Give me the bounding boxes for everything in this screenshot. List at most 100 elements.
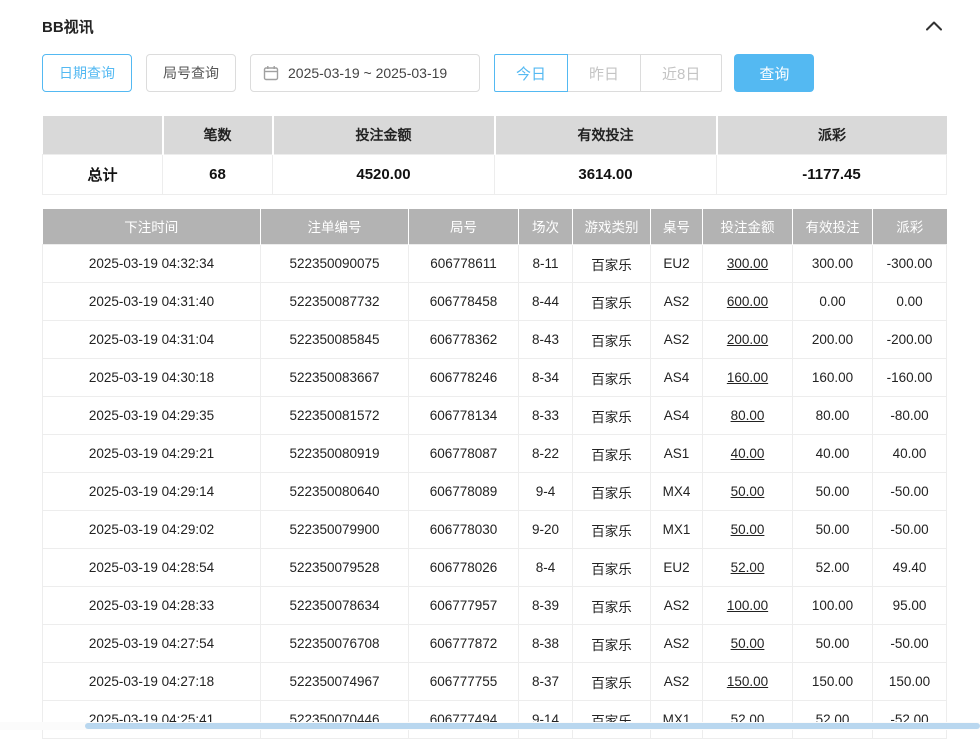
valid-bet: 80.00 xyxy=(793,397,873,435)
game-type: 百家乐 xyxy=(573,321,651,359)
bet-amount-link[interactable]: 52.00 xyxy=(703,701,793,739)
last-8-days-button[interactable]: 近8日 xyxy=(640,54,722,92)
bet-amount-link[interactable]: 600.00 xyxy=(703,283,793,321)
bet-row: 2025-03-19 04:29:35 522350081572 6067781… xyxy=(43,397,947,435)
game-type: 百家乐 xyxy=(573,511,651,549)
bet-table-header-cell: 注单编号 xyxy=(261,209,409,245)
game-type: 百家乐 xyxy=(573,245,651,283)
today-button[interactable]: 今日 xyxy=(494,54,568,92)
session-number: 8-38 xyxy=(519,625,573,663)
summary-header-cell: 有效投注 xyxy=(495,116,717,154)
table-number: MX1 xyxy=(651,511,703,549)
table-number: AS2 xyxy=(651,663,703,701)
session-number: 8-43 xyxy=(519,321,573,359)
round-query-tab[interactable]: 局号查询 xyxy=(146,54,236,92)
order-id: 522350085845 xyxy=(261,321,409,359)
session-number: 9-20 xyxy=(519,511,573,549)
summary-count: 68 xyxy=(163,154,273,194)
summary-total-label: 总计 xyxy=(43,154,163,194)
bet-row: 2025-03-19 04:31:04 522350085845 6067783… xyxy=(43,321,947,359)
round-id: 606778458 xyxy=(409,283,519,321)
summary-valid-bet: 3614.00 xyxy=(495,154,717,194)
bet-time: 2025-03-19 04:29:35 xyxy=(43,397,261,435)
bet-row: 2025-03-19 04:32:34 522350090075 6067786… xyxy=(43,245,947,283)
session-number: 8-22 xyxy=(519,435,573,473)
bet-amount-link[interactable]: 50.00 xyxy=(703,511,793,549)
summary-header-cell: 派彩 xyxy=(717,116,947,154)
bet-row: 2025-03-19 04:27:18 522350074967 6067777… xyxy=(43,663,947,701)
game-type: 百家乐 xyxy=(573,625,651,663)
filter-toolbar: 日期查询 局号查询 2025-03-19 ~ 2025-03-19 今日 昨日 … xyxy=(42,54,944,92)
order-id: 522350076708 xyxy=(261,625,409,663)
bet-time: 2025-03-19 04:25:41 xyxy=(43,701,261,739)
session-number: 9-14 xyxy=(519,701,573,739)
payout-value: -50.00 xyxy=(873,511,947,549)
summary-header-cell xyxy=(43,116,163,154)
bet-amount-link[interactable]: 200.00 xyxy=(703,321,793,359)
collapse-button[interactable] xyxy=(924,19,944,33)
valid-bet: 40.00 xyxy=(793,435,873,473)
order-id: 522350087732 xyxy=(261,283,409,321)
game-type: 百家乐 xyxy=(573,435,651,473)
panel-header: BB视讯 xyxy=(42,14,944,38)
bet-row: 2025-03-19 04:29:21 522350080919 6067780… xyxy=(43,435,947,473)
bet-time: 2025-03-19 04:32:34 xyxy=(43,245,261,283)
round-id: 606778026 xyxy=(409,549,519,587)
round-id: 606778362 xyxy=(409,321,519,359)
calendar-icon xyxy=(263,65,279,81)
table-number: MX1 xyxy=(651,701,703,739)
scrollbar-thumb[interactable] xyxy=(85,723,980,729)
bet-table-header-cell: 派彩 xyxy=(873,209,947,245)
order-id: 522350080640 xyxy=(261,473,409,511)
search-button[interactable]: 查询 xyxy=(734,54,814,92)
order-id: 522350070446 xyxy=(261,701,409,739)
horizontal-scrollbar[interactable] xyxy=(0,722,980,730)
bet-time: 2025-03-19 04:29:14 xyxy=(43,473,261,511)
bet-table-body: 2025-03-19 04:32:34 522350090075 6067786… xyxy=(43,245,947,739)
bet-row: 2025-03-19 04:29:14 522350080640 6067780… xyxy=(43,473,947,511)
bet-amount-link[interactable]: 100.00 xyxy=(703,587,793,625)
bet-amount-link[interactable]: 160.00 xyxy=(703,359,793,397)
bet-time: 2025-03-19 04:29:21 xyxy=(43,435,261,473)
date-query-tab[interactable]: 日期查询 xyxy=(42,54,132,92)
bet-amount-link[interactable]: 40.00 xyxy=(703,435,793,473)
session-number: 8-34 xyxy=(519,359,573,397)
summary-header-row: 笔数投注金额有效投注派彩 xyxy=(43,116,947,154)
game-type: 百家乐 xyxy=(573,587,651,625)
summary-table: 笔数投注金额有效投注派彩 总计 68 4520.00 3614.00 -1177… xyxy=(42,116,947,195)
bet-time: 2025-03-19 04:28:54 xyxy=(43,549,261,587)
order-id: 522350081572 xyxy=(261,397,409,435)
bet-amount-link[interactable]: 52.00 xyxy=(703,549,793,587)
bet-time: 2025-03-19 04:28:33 xyxy=(43,587,261,625)
valid-bet: 50.00 xyxy=(793,511,873,549)
bet-amount-link[interactable]: 80.00 xyxy=(703,397,793,435)
table-number: EU2 xyxy=(651,245,703,283)
game-type: 百家乐 xyxy=(573,549,651,587)
valid-bet: 52.00 xyxy=(793,549,873,587)
game-type: 百家乐 xyxy=(573,397,651,435)
yesterday-button[interactable]: 昨日 xyxy=(567,54,641,92)
bet-table-header-cell: 场次 xyxy=(519,209,573,245)
table-number: AS2 xyxy=(651,283,703,321)
date-range-input[interactable]: 2025-03-19 ~ 2025-03-19 xyxy=(250,54,480,92)
bet-row: 2025-03-19 04:27:54 522350076708 6067778… xyxy=(43,625,947,663)
payout-value: 150.00 xyxy=(873,663,947,701)
bet-table-header-cell: 有效投注 xyxy=(793,209,873,245)
round-id: 606777957 xyxy=(409,587,519,625)
bet-records-table: 下注时间注单编号局号场次游戏类别桌号投注金额有效投注派彩 2025-03-19 … xyxy=(42,209,947,739)
date-range-value: 2025-03-19 ~ 2025-03-19 xyxy=(288,65,447,81)
table-number: EU2 xyxy=(651,549,703,587)
bet-amount-link[interactable]: 50.00 xyxy=(703,625,793,663)
payout-value: -50.00 xyxy=(873,625,947,663)
bet-amount-link[interactable]: 150.00 xyxy=(703,663,793,701)
payout-value: -80.00 xyxy=(873,397,947,435)
page-title: BB视讯 xyxy=(42,16,94,37)
bet-amount-link[interactable]: 50.00 xyxy=(703,473,793,511)
bet-row: 2025-03-19 04:28:33 522350078634 6067779… xyxy=(43,587,947,625)
bet-amount-link[interactable]: 300.00 xyxy=(703,245,793,283)
valid-bet: 200.00 xyxy=(793,321,873,359)
round-id: 606777755 xyxy=(409,663,519,701)
bet-table-header-cell: 游戏类别 xyxy=(573,209,651,245)
session-number: 8-11 xyxy=(519,245,573,283)
bet-row: 2025-03-19 04:25:41 522350070446 6067774… xyxy=(43,701,947,739)
